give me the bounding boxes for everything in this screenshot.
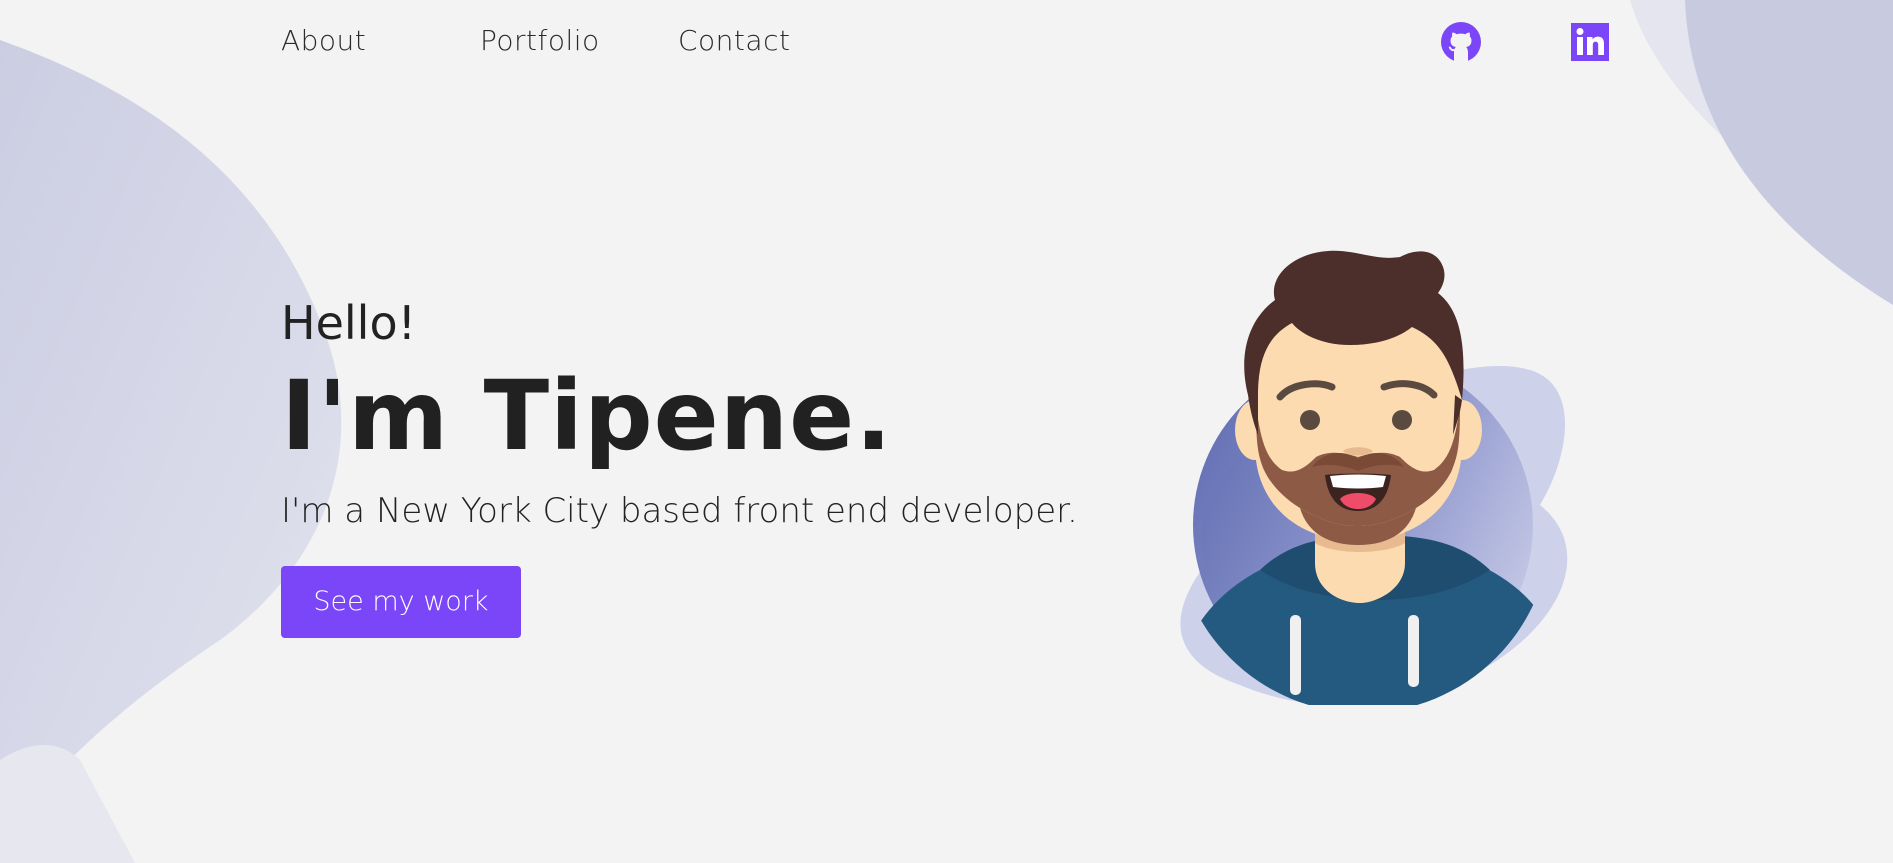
hero-section: Hello! I'm Tipene. I'm a New York City b… bbox=[281, 300, 1078, 638]
hero-name-heading: I'm Tipene. bbox=[281, 360, 893, 472]
left-eye bbox=[1300, 410, 1320, 430]
hoodie-string-left bbox=[1290, 615, 1301, 695]
right-eye bbox=[1392, 410, 1412, 430]
linkedin-link[interactable] bbox=[1570, 22, 1610, 62]
see-my-work-button[interactable]: See my work bbox=[281, 566, 521, 638]
teeth bbox=[1330, 474, 1386, 489]
hero-tagline: I'm a New York City based front end deve… bbox=[281, 491, 1078, 531]
nav-link-portfolio[interactable]: Portfolio bbox=[480, 24, 600, 57]
top-navigation: About Portfolio Contact bbox=[0, 0, 1893, 90]
github-icon bbox=[1441, 22, 1481, 62]
nav-link-contact[interactable]: Contact bbox=[678, 24, 790, 57]
linkedin-icon bbox=[1571, 23, 1609, 61]
hoodie-string-right bbox=[1408, 615, 1419, 687]
github-link[interactable] bbox=[1441, 22, 1481, 62]
bottom-left-background-blob bbox=[0, 745, 135, 863]
greeting-text: Hello! bbox=[281, 296, 417, 350]
nav-link-about[interactable]: About bbox=[281, 24, 366, 57]
avatar-illustration bbox=[1180, 250, 1568, 705]
